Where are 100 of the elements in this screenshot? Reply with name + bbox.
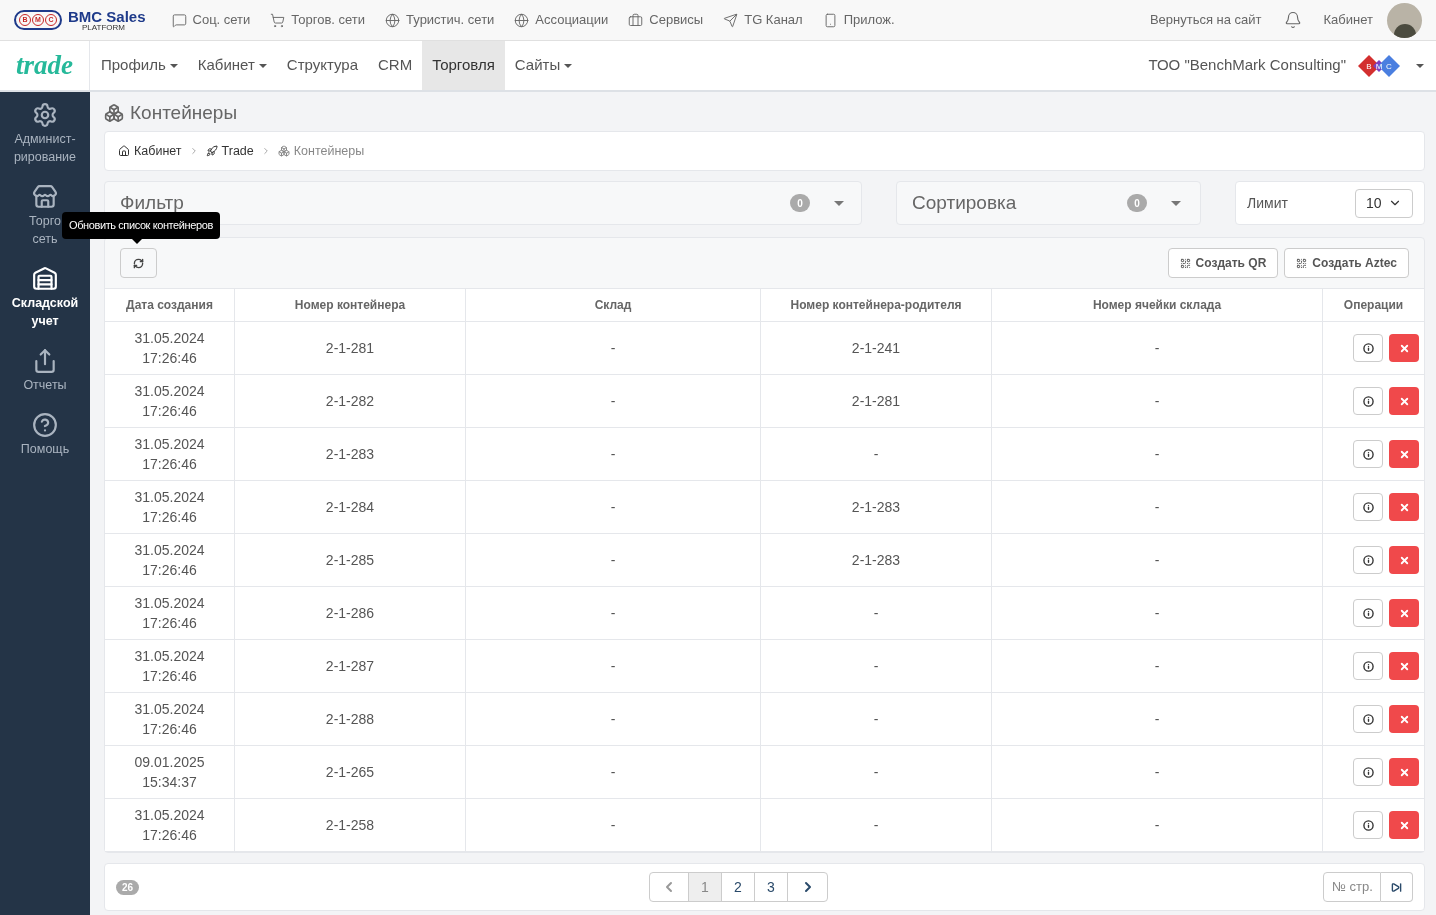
page-number-field[interactable]: № стр. — [1323, 872, 1381, 902]
delete-button[interactable] — [1389, 758, 1419, 786]
notification-bell-icon[interactable] — [1283, 11, 1302, 29]
caret-icon — [258, 63, 267, 68]
sidebar-item[interactable]: Торго сеть — [29, 184, 61, 248]
info-button[interactable] — [1353, 599, 1383, 627]
table-cell: 2-1-282 — [235, 375, 466, 427]
sidebar-item[interactable]: Складской учет — [11, 266, 79, 330]
company-name[interactable]: ТОО "BenchMark Consulting" — [1148, 54, 1346, 77]
qr-code-icon — [1179, 257, 1191, 269]
column-header: Склад — [466, 289, 761, 321]
nav-menu-item[interactable]: Структура — [276, 41, 368, 90]
info-button[interactable] — [1353, 652, 1383, 680]
nav-menu-item[interactable]: Сайты — [504, 41, 583, 90]
table-cell: 2-1-241 — [761, 322, 992, 374]
table-cell: 2-1-283 — [761, 534, 992, 586]
limit-label: Лимит — [1247, 193, 1288, 213]
delete-button[interactable] — [1389, 705, 1419, 733]
cart-icon — [270, 12, 286, 28]
create-code-button[interactable]: Создать Aztec — [1284, 248, 1409, 278]
close-icon — [1398, 660, 1410, 672]
table-cell: 2-1-286 — [235, 587, 466, 639]
info-button[interactable] — [1353, 705, 1383, 733]
share-icon — [32, 348, 58, 374]
limit-select[interactable]: 10 — [1355, 188, 1413, 218]
delete-button[interactable] — [1389, 652, 1419, 680]
help-icon — [32, 412, 58, 438]
breadcrumb-link[interactable]: Trade — [205, 141, 254, 161]
table-cell: - — [466, 375, 761, 427]
info-button[interactable] — [1353, 440, 1383, 468]
table-cell: 31.05.2024 17:26:46 — [105, 693, 235, 745]
home-icon — [118, 145, 130, 157]
column-header: Дата создания — [105, 289, 235, 321]
table-cell: 2-1-287 — [235, 640, 466, 692]
sidebar-item[interactable]: Отчеты — [23, 348, 67, 394]
back-to-site-link[interactable]: Вернуться на сайт — [1149, 10, 1262, 30]
qr-code-icon — [1296, 257, 1308, 269]
create-code-button[interactable]: Создать QR — [1167, 248, 1279, 278]
globe-icon — [385, 12, 401, 28]
info-icon — [1362, 448, 1374, 460]
nav-menu-item[interactable]: Профиль — [91, 41, 188, 90]
info-button[interactable] — [1353, 493, 1383, 521]
nav-menu-item[interactable]: Торговля — [422, 41, 505, 90]
go-to-page-button[interactable] — [1381, 872, 1413, 902]
table-cell: 31.05.2024 17:26:46 — [105, 640, 235, 692]
info-button[interactable] — [1353, 546, 1383, 574]
page-button[interactable]: 3 — [755, 873, 788, 901]
brand-subtitle: PLATFORM — [82, 23, 126, 32]
user-avatar[interactable] — [1387, 2, 1422, 38]
warehouse-icon — [32, 266, 58, 292]
table-cell: 31.05.2024 17:26:46 — [105, 534, 235, 586]
table-cell: - — [466, 587, 761, 639]
table-cell: 2-1-265 — [235, 746, 466, 798]
delete-button[interactable] — [1389, 493, 1419, 521]
top-nav-link[interactable]: Сервисы — [628, 10, 704, 30]
info-icon — [1362, 607, 1374, 619]
table-cell: 2-1-283 — [235, 428, 466, 480]
top-nav-link[interactable]: TG Канал — [723, 10, 803, 30]
table-cell: - — [466, 640, 761, 692]
delete-button[interactable] — [1389, 599, 1419, 627]
refresh-icon — [133, 257, 144, 269]
column-header: Номер контейнера — [235, 289, 466, 321]
sort-panel[interactable]: Сортировка 0 — [896, 181, 1201, 225]
info-button[interactable] — [1353, 387, 1383, 415]
table-cell: 31.05.2024 17:26:46 — [105, 587, 235, 639]
count-badge: 0 — [790, 194, 810, 212]
column-header: Номер ячейки склада — [992, 289, 1323, 321]
breadcrumb-current: Контейнеры — [277, 141, 365, 161]
top-nav-link[interactable]: Ассоциации — [514, 10, 609, 30]
info-icon — [1362, 395, 1374, 407]
info-button[interactable] — [1353, 811, 1383, 839]
page-button[interactable]: 2 — [722, 873, 755, 901]
refresh-button[interactable] — [120, 248, 157, 278]
breadcrumb-link[interactable]: Кабинет — [118, 141, 182, 161]
table-cell: 2-1-283 — [761, 481, 992, 533]
sidebar-item[interactable]: Админист- рирование — [13, 102, 77, 166]
close-icon — [1398, 395, 1410, 407]
info-button[interactable] — [1353, 758, 1383, 786]
delete-button[interactable] — [1389, 387, 1419, 415]
nav-menu-item[interactable]: CRM — [368, 41, 423, 90]
delete-button[interactable] — [1389, 811, 1419, 839]
sidebar-item[interactable]: Помощь — [20, 412, 70, 458]
top-nav-link[interactable]: Прилож. — [822, 10, 895, 30]
table-cell: - — [761, 693, 992, 745]
tooltip: Обновить список контейнеров — [62, 212, 220, 244]
top-nav-link[interactable]: Туристич. сети — [385, 10, 495, 30]
caret-icon[interactable] — [1416, 63, 1424, 68]
delete-button[interactable] — [1389, 334, 1419, 362]
delete-button[interactable] — [1389, 440, 1419, 468]
top-nav-link[interactable]: Соц. сети — [171, 10, 251, 30]
top-nav-link[interactable]: Торгов. сети — [270, 10, 366, 30]
account-link[interactable]: Кабинет — [1323, 10, 1373, 30]
nav-menu-item[interactable]: Кабинет — [187, 41, 277, 90]
table-cell: 2-1-281 — [235, 322, 466, 374]
table-cell: - — [992, 746, 1323, 798]
table-cell: 2-1-285 — [235, 534, 466, 586]
info-button[interactable] — [1353, 334, 1383, 362]
table-cell: - — [466, 481, 761, 533]
delete-button[interactable] — [1389, 546, 1419, 574]
table-cell: - — [466, 534, 761, 586]
